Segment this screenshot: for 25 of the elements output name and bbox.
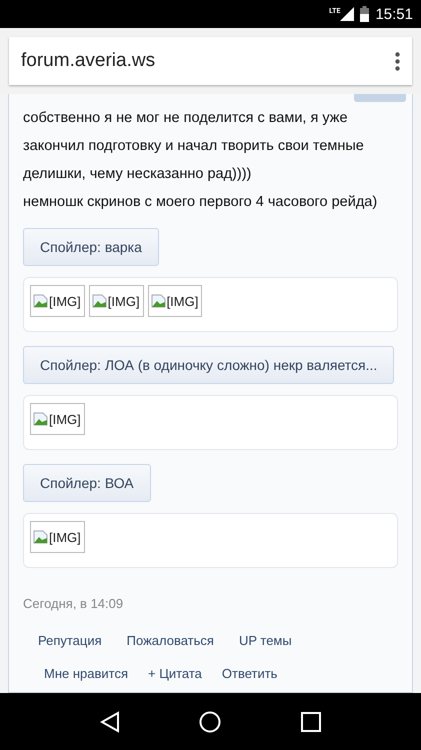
signal-icon [340, 7, 354, 21]
menu-icon[interactable] [395, 52, 400, 70]
broken-image: [IMG] [30, 285, 85, 317]
recents-icon[interactable] [301, 712, 322, 732]
post-action-link[interactable]: Репутация [38, 633, 102, 648]
post-action-link[interactable]: Пожаловаться [126, 633, 214, 648]
battery-icon [360, 6, 370, 22]
post-action-link[interactable]: UP темы [238, 633, 292, 648]
spoiler-button[interactable]: Спойлер: ЛОА (в одиночку сложно) некр валяется... [23, 346, 394, 384]
post-text: немношк скринов с моего первого 4 часового рейда) [23, 193, 378, 212]
post-action-link[interactable]: + Цитата [148, 666, 202, 681]
broken-image: [IMG] [88, 285, 144, 317]
spoiler-button[interactable]: Спойлер: ВОА [23, 464, 151, 502]
post-action-link[interactable]: Мне нравится [44, 666, 128, 681]
post-action-link[interactable]: Ответить [222, 666, 278, 681]
home-icon[interactable] [199, 710, 222, 732]
post-text: собственно я не мог не поделится с вами, я уже закончил подготовку и начал творить свои темные делишки, чему несказанно рад)))) [23, 109, 365, 184]
broken-image: [IMG] [30, 521, 85, 553]
address-bar[interactable]: forum.averia.ws [9, 37, 412, 85]
clock-time: 15:51 [375, 6, 413, 22]
spoiler-button[interactable]: Спойлер: варка [23, 228, 159, 266]
broken-image: [IMG] [30, 403, 85, 435]
back-icon[interactable] [100, 710, 120, 732]
post-date: Сегодня, в 14:09 [23, 596, 124, 611]
broken-image: [IMG] [148, 285, 202, 317]
